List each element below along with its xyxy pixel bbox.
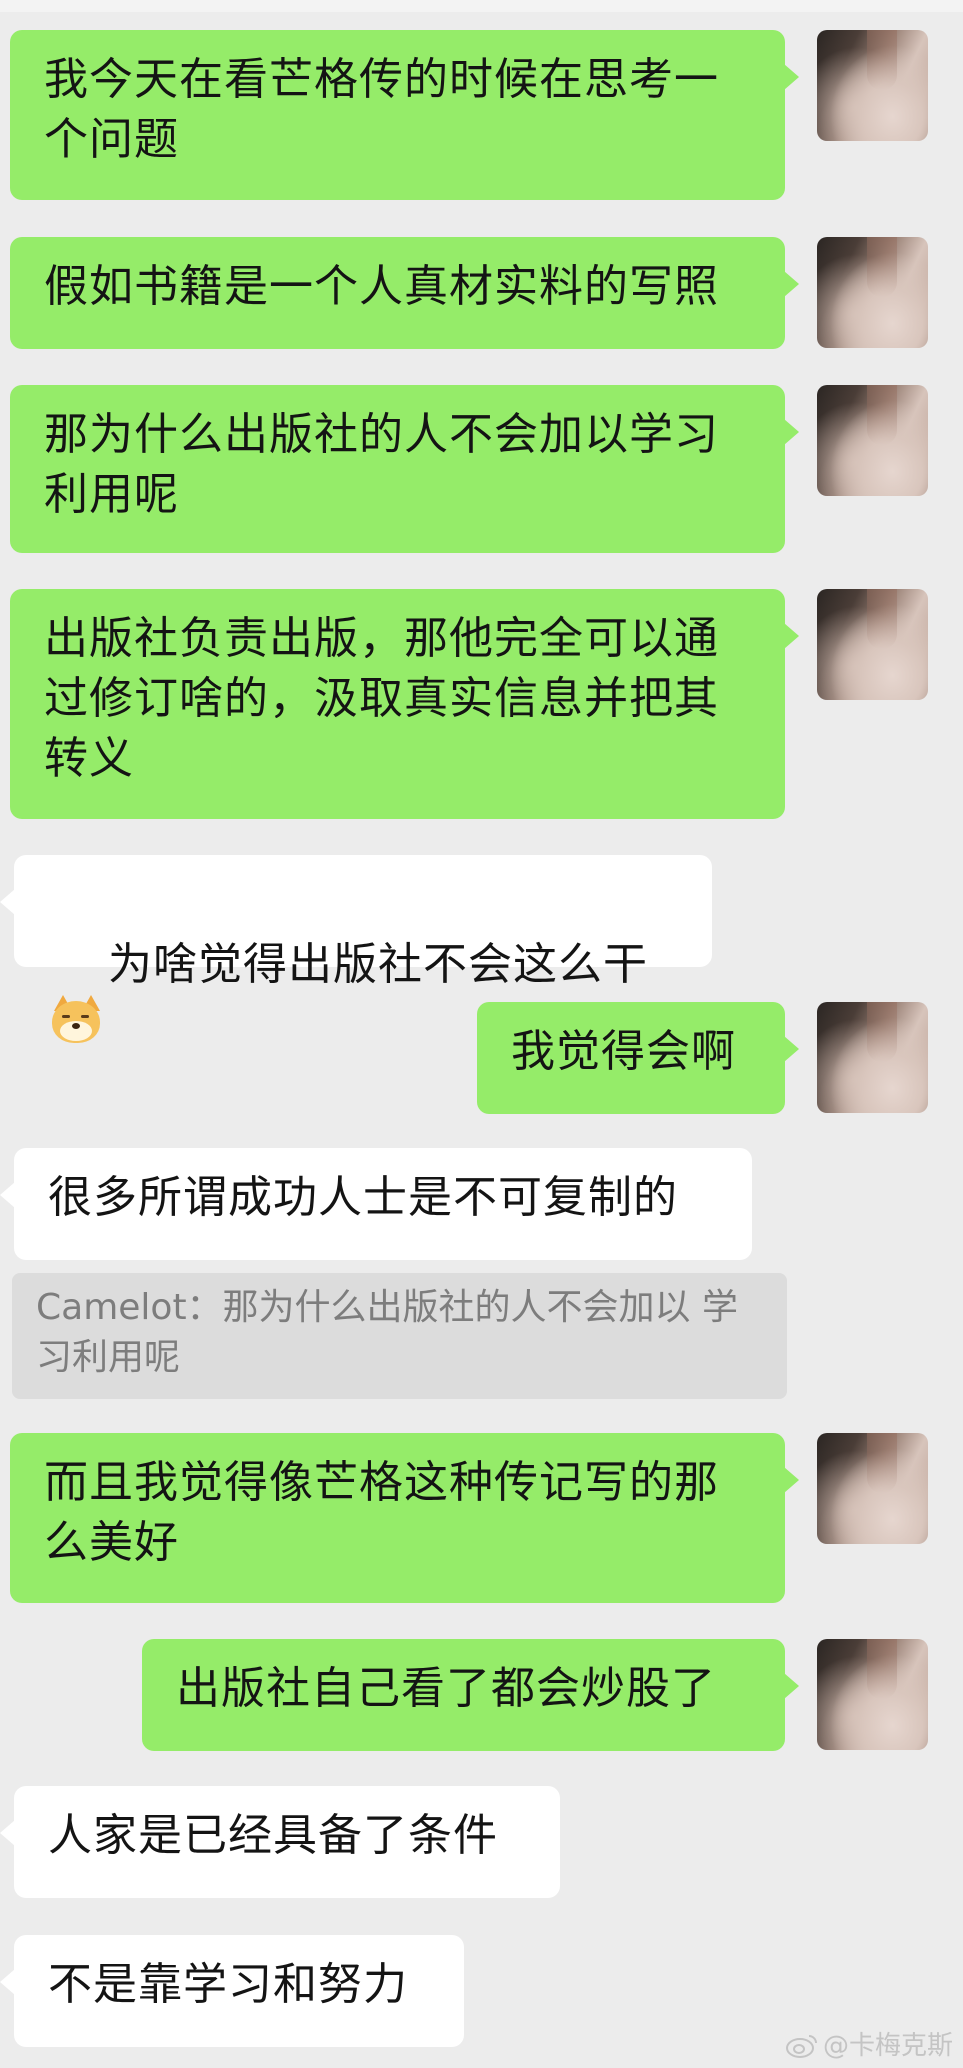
sender-avatar[interactable] <box>817 589 928 700</box>
sender-avatar[interactable] <box>817 1002 928 1113</box>
sender-avatar[interactable] <box>817 385 928 496</box>
sent-message-bubble[interactable]: 出版社自己看了都会炒股了 <box>142 1639 799 1751</box>
watermark-text: @卡梅克斯 <box>822 2031 953 2061</box>
sent-message-bubble[interactable]: 出版社负责出版，那他完全可以通 过修订啥的，汲取真实信息并把其 转义 <box>10 589 799 819</box>
sender-avatar[interactable] <box>817 1639 928 1750</box>
sent-message-bubble[interactable]: 那为什么出版社的人不会加以学习 利用呢 <box>10 385 799 553</box>
sender-avatar[interactable] <box>817 1433 928 1544</box>
sender-avatar[interactable] <box>817 237 928 348</box>
weibo-logo-icon <box>785 2035 817 2058</box>
received-message-bubble[interactable]: 很多所谓成功人士是不可复制的 <box>0 1148 752 1260</box>
doge-emoji-icon <box>50 995 102 1045</box>
sent-message-bubble[interactable]: 我觉得会啊 <box>477 1002 799 1114</box>
status-bar-strip <box>0 0 963 12</box>
quoted-message[interactable]: Camelot：那为什么出版社的人不会加以 学习利用呢 <box>12 1273 787 1399</box>
sender-avatar[interactable] <box>817 30 928 141</box>
message-text: 为啥觉得出版社不会这么干 <box>107 939 648 990</box>
received-message-bubble[interactable]: 不是靠学习和努力 <box>0 1935 464 2047</box>
received-message-bubble[interactable]: 人家是已经具备了条件 <box>0 1786 560 1898</box>
sent-message-bubble[interactable]: 我今天在看芒格传的时候在思考一 个问题 <box>10 30 799 200</box>
sent-message-bubble[interactable]: 而且我觉得像芒格这种传记写的那 么美好 <box>10 1433 799 1603</box>
received-message-bubble[interactable]: 为啥觉得出版社不会这么干 <box>0 855 712 1043</box>
sent-message-bubble[interactable]: 假如书籍是一个人真材实料的写照 <box>10 237 799 349</box>
weibo-watermark: @卡梅克斯 <box>785 2025 953 2062</box>
